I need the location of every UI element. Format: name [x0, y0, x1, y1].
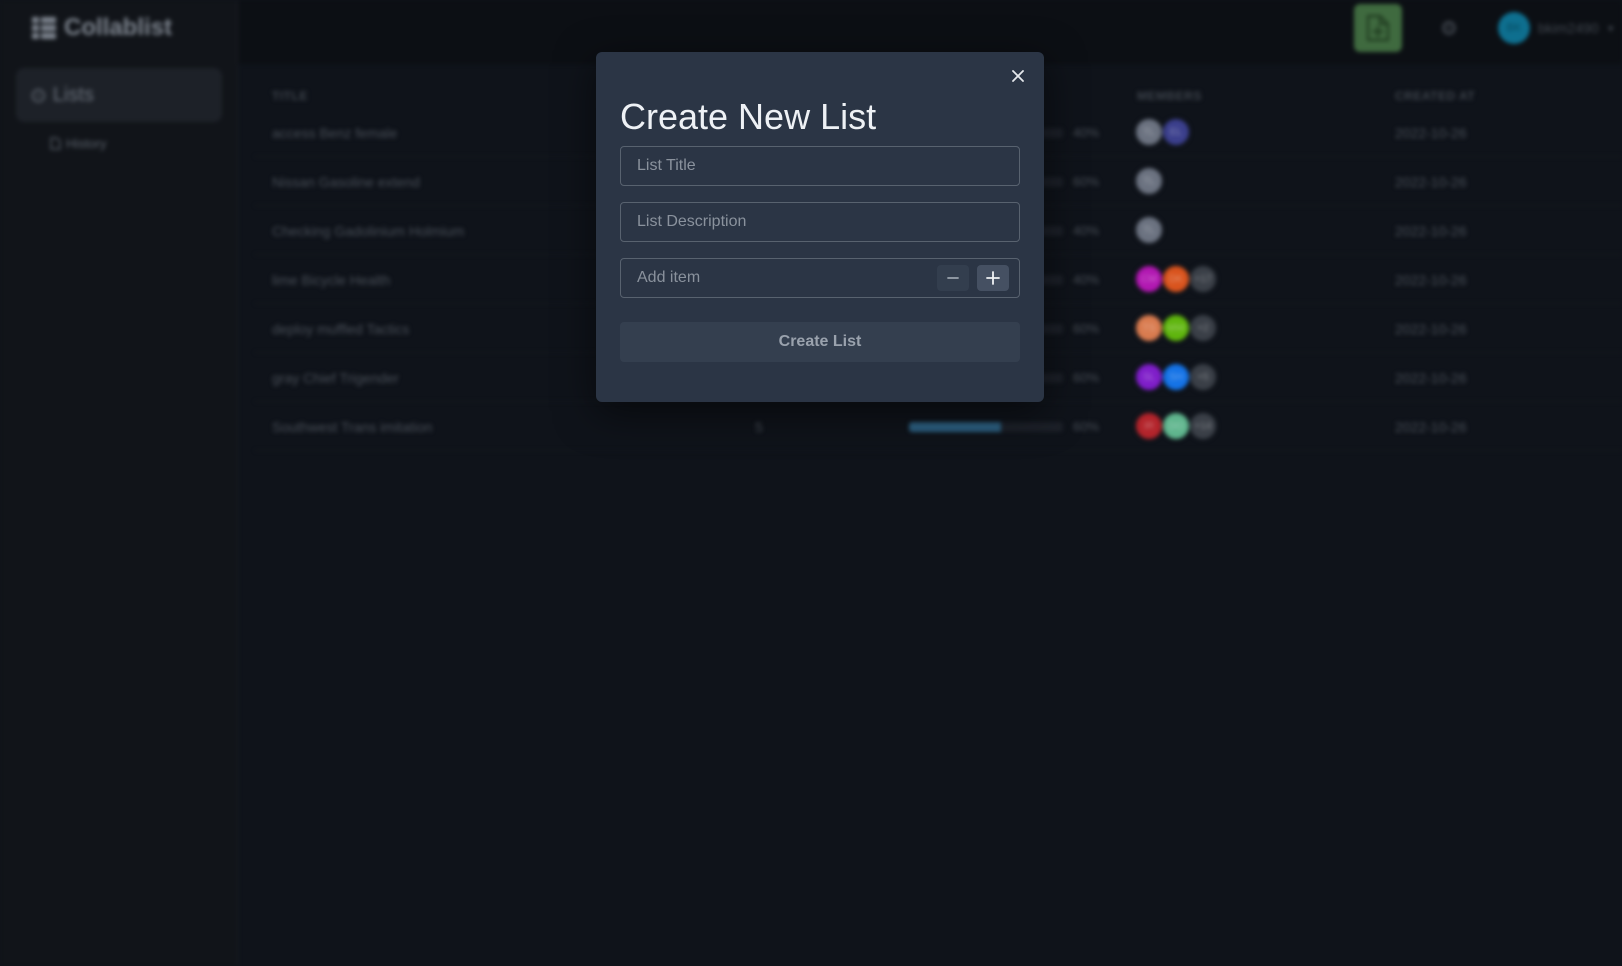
file-plus-icon [1366, 14, 1390, 42]
new-list-button[interactable] [1354, 4, 1402, 52]
progress-label: 40% [1073, 272, 1100, 287]
close-button[interactable] [1006, 64, 1030, 88]
avatar[interactable]: SL [1135, 363, 1163, 391]
avatar[interactable]: TL [1135, 216, 1163, 244]
avatar[interactable]: EL [1162, 118, 1190, 146]
sidebar-item-label: History [66, 136, 107, 151]
progress-label: 60% [1073, 370, 1100, 385]
username[interactable]: bkim2490 [1538, 20, 1599, 36]
sidebar-item-label: Lists [52, 83, 94, 106]
avatar[interactable]: TL [1135, 118, 1163, 146]
avatar[interactable]: SH [1162, 363, 1190, 391]
member-overflow-count[interactable]: +17 [1189, 265, 1217, 293]
avatar[interactable]: DO [1162, 412, 1190, 440]
create-list-button[interactable]: Create List [620, 322, 1020, 362]
progress-label: 60% [1073, 419, 1100, 434]
progress-fill [909, 422, 1002, 432]
list-description-input[interactable] [620, 202, 1020, 242]
progress-label: 60% [1073, 174, 1100, 189]
avatar[interactable]: TS [1135, 314, 1163, 342]
row-created-date: 2022-10-26 [1395, 321, 1467, 337]
minus-icon [947, 277, 959, 279]
member-avatars: IR DO +14 [1135, 412, 1217, 440]
add-item-group [620, 258, 1020, 298]
brand[interactable]: Collablist [32, 14, 172, 42]
row-item-count: 5 [755, 419, 763, 435]
list-title-input[interactable] [620, 146, 1020, 186]
progress-bar [909, 422, 1063, 432]
member-overflow-count[interactable]: +2 [1189, 314, 1217, 342]
progress-label: 60% [1073, 321, 1100, 336]
lists-icon: ⊙ [30, 84, 47, 107]
avatar[interactable]: MW [1162, 314, 1190, 342]
document-icon [50, 137, 61, 150]
progress-label: 40% [1073, 223, 1100, 238]
sidebar-item-lists[interactable]: ⊙ Lists [16, 68, 222, 122]
avatar[interactable]: DK [1162, 265, 1190, 293]
row-title[interactable]: deploy muffled Tactics [272, 321, 409, 337]
row-title[interactable]: access Benz female [272, 125, 397, 141]
member-avatars: TL [1135, 216, 1163, 244]
column-header-created-at[interactable]: CREATED AT [1395, 89, 1475, 103]
avatar[interactable]: CM [1135, 265, 1163, 293]
sidebar: Collablist ⊙ Lists History [0, 0, 238, 966]
avatar[interactable]: TL [1135, 167, 1163, 195]
member-avatars: SL SH +5 [1135, 363, 1217, 391]
sidebar-item-history[interactable]: History [50, 136, 106, 151]
member-avatars: CM DK +17 [1135, 265, 1217, 293]
table-row[interactable]: Southwest Trans imitation 5 60% IR DO +14 2022… [255, 402, 1622, 451]
member-avatars: TL [1135, 167, 1163, 195]
plus-icon [986, 271, 1000, 285]
row-created-date: 2022-10-26 [1395, 370, 1467, 386]
row-title[interactable]: lime Bicycle Health [272, 272, 390, 288]
row-title[interactable]: Southwest Trans imitation [272, 419, 432, 435]
row-title[interactable]: gray Chief Trigender [272, 370, 399, 386]
settings-gear-icon[interactable]: ⚙ [1440, 16, 1458, 41]
add-item-input[interactable] [621, 259, 921, 297]
row-created-date: 2022-10-26 [1395, 174, 1467, 190]
member-avatars: TS MW +2 [1135, 314, 1217, 342]
avatar[interactable]: IR [1135, 412, 1163, 440]
column-header-title[interactable]: TITLE [272, 89, 308, 103]
column-header-members[interactable]: MEMBERS [1137, 89, 1202, 103]
add-item-button[interactable] [977, 265, 1009, 291]
progress-label: 40% [1073, 125, 1100, 140]
row-created-date: 2022-10-26 [1395, 419, 1467, 435]
member-overflow-count[interactable]: +14 [1189, 412, 1217, 440]
member-overflow-count[interactable]: +5 [1189, 363, 1217, 391]
table-icon [32, 17, 56, 39]
avatar[interactable]: BK [1498, 12, 1530, 44]
create-list-modal: Create New List Create List [596, 52, 1044, 402]
row-title[interactable]: Checking Gadolinium Holmium [272, 223, 464, 239]
row-title[interactable]: Nissan Gasoline extend [272, 174, 420, 190]
row-created-date: 2022-10-26 [1395, 223, 1467, 239]
brand-name: Collablist [64, 14, 173, 41]
row-created-date: 2022-10-26 [1395, 125, 1467, 141]
close-icon [1012, 70, 1024, 82]
remove-item-button[interactable] [937, 265, 969, 291]
row-created-date: 2022-10-26 [1395, 272, 1467, 288]
member-avatars: TL EL [1135, 118, 1190, 146]
modal-title: Create New List [620, 96, 877, 137]
chevron-down-icon[interactable]: ▾ [1608, 22, 1614, 35]
